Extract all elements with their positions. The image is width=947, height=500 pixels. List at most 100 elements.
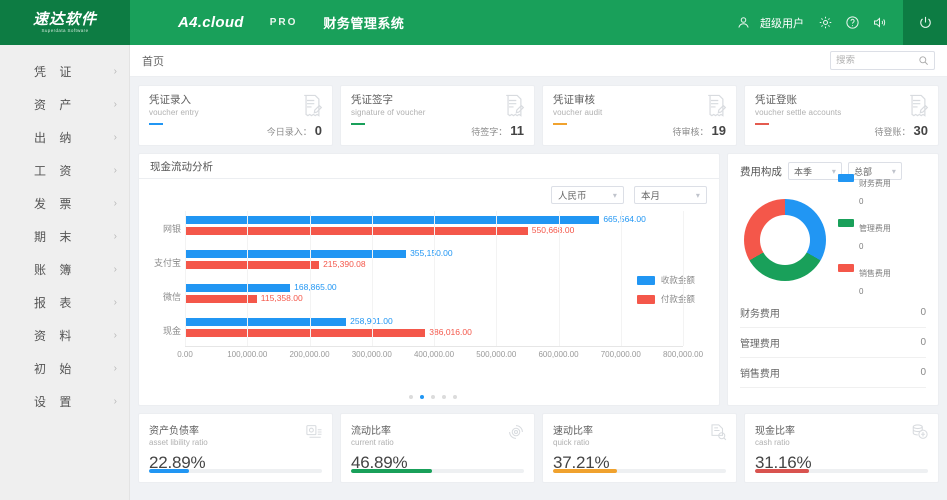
chevron-right-icon: › — [114, 298, 117, 308]
header-right: 超级用户 — [736, 0, 947, 45]
carousel-dot-2[interactable] — [431, 395, 435, 399]
bar-group-1: 支付宝355,150.00215,390.08 — [139, 249, 727, 271]
cash-flow-legend: 收款金额付款金额 — [637, 274, 695, 312]
x-tick-label-2: 200,000.00 — [289, 350, 329, 359]
donut-legend-swatch — [838, 264, 854, 272]
expense-composition-panel: 费用构成 本季 ▾ 总部 ▾ 财务费用0管理费用0销售费用0 — [727, 153, 939, 406]
voucher-card-0[interactable]: 凭证录入voucher entry今日录入：0 — [138, 85, 333, 146]
donut-legend-item-0[interactable]: 财务费用0 — [838, 173, 891, 209]
bar-inc[interactable] — [185, 250, 406, 258]
sidebar-item-9[interactable]: 初 始› — [0, 352, 129, 385]
donut-legend-text: 销售费用0 — [859, 263, 891, 299]
search-input[interactable] — [836, 55, 918, 66]
voucher-card-accent-rule — [755, 123, 769, 125]
x-tick-label-3: 300,000.00 — [352, 350, 392, 359]
voucher-card-1[interactable]: 凭证签字signature of voucher待签字：11 — [340, 85, 535, 146]
balance-sheet-icon — [305, 423, 323, 446]
carousel-dot-3[interactable] — [442, 395, 446, 399]
donut-legend-value: 0 — [859, 287, 863, 296]
ratio-card-0[interactable]: 资产负债率asset libility ratio22.89% — [138, 413, 333, 483]
expense-row-2: 销售费用0 — [740, 358, 926, 388]
donut-legend-item-2[interactable]: 销售费用0 — [838, 263, 891, 299]
bar-value-label: 355,150.00 — [410, 248, 453, 258]
carousel-dots — [139, 395, 727, 399]
brand-a4cloud: A4.cloud — [178, 14, 244, 31]
ratio-card-subtitle: quick ratio — [553, 438, 726, 447]
voucher-doc-icon — [705, 94, 727, 123]
gridline-6 — [559, 211, 560, 346]
search-icon[interactable] — [918, 55, 929, 66]
breadcrumb-home[interactable]: 首页 — [142, 53, 164, 69]
gridline-1 — [247, 211, 248, 346]
chevron-down-icon: ▾ — [696, 191, 700, 200]
currency-select[interactable]: 人民币 ▾ — [551, 186, 624, 204]
search-box[interactable] — [830, 51, 935, 70]
cash-flow-title: 现金流动分析 — [150, 159, 213, 174]
sidebar-item-6[interactable]: 账 簿› — [0, 253, 129, 286]
app-header: 速达软件 Superdata Software A4.cloud PRO 财务管… — [0, 0, 947, 45]
sidebar-item-label: 期 末 — [34, 228, 76, 245]
bar-exp[interactable] — [185, 295, 257, 303]
ratio-card-3[interactable]: 现金比率cash ratio31.16% — [744, 413, 939, 483]
ratio-card-1[interactable]: 流动比率current ratio46.89% — [340, 413, 535, 483]
period-select[interactable]: 本月 ▾ — [634, 186, 707, 204]
brand-group: A4.cloud PRO 财务管理系统 — [178, 13, 404, 32]
power-button[interactable] — [903, 0, 947, 45]
cycle-icon — [507, 423, 525, 446]
carousel-dot-0[interactable] — [409, 395, 413, 399]
sidebar-item-7[interactable]: 报 表› — [0, 286, 129, 319]
gear-icon[interactable] — [818, 15, 833, 30]
bar-exp[interactable] — [185, 227, 528, 235]
sidebar-item-1[interactable]: 资 产 › — [0, 88, 129, 121]
ratio-card-subtitle: cash ratio — [755, 438, 928, 447]
power-icon — [918, 15, 933, 30]
ratio-card-title: 资产负债率 — [149, 422, 322, 437]
bar-group-0: 网银665,564.00550,668.00 — [139, 215, 727, 237]
brand-pro-badge: PRO — [270, 17, 298, 28]
chevron-right-icon: › — [114, 331, 117, 341]
carousel-dot-1[interactable] — [420, 395, 424, 399]
bar-category-label: 支付宝 — [139, 256, 181, 269]
sidebar-item-0[interactable]: 凭 证› — [0, 55, 129, 88]
bar-exp[interactable] — [185, 261, 319, 269]
voucher-card-3[interactable]: 凭证登账voucher settle accounts待登账：30 — [744, 85, 939, 146]
ratio-card-2[interactable]: 速动比率quick ratio37.21% — [542, 413, 737, 483]
legend-item-1[interactable]: 付款金额 — [637, 293, 695, 305]
logo[interactable]: 速达软件 Superdata Software — [0, 0, 130, 45]
sidebar-item-3[interactable]: 工 资› — [0, 154, 129, 187]
sidebar-item-10[interactable]: 设 置› — [0, 385, 129, 418]
sidebar-item-8[interactable]: 资 料› — [0, 319, 129, 352]
donut-legend-swatch — [838, 174, 854, 182]
dashboard-scroll: 凭证录入voucher entry今日录入：0凭证签字signature of … — [130, 77, 947, 483]
sidebar-item-4[interactable]: 发 票› — [0, 187, 129, 220]
expense-period-select[interactable]: 本季 ▾ — [788, 162, 842, 180]
voucher-doc-icon — [301, 94, 323, 123]
sidebar-item-2[interactable]: 出 纳› — [0, 121, 129, 154]
expense-row-0: 财务费用0 — [740, 298, 926, 328]
breadcrumb-bar: 首页 — [130, 45, 947, 77]
user-menu[interactable]: 超级用户 — [736, 15, 804, 31]
bar-inc[interactable] — [185, 318, 346, 326]
donut-legend-item-1[interactable]: 管理费用0 — [838, 218, 891, 254]
donut-legend-value: 0 — [859, 197, 863, 206]
carousel-dot-4[interactable] — [453, 395, 457, 399]
chevron-right-icon: › — [114, 166, 117, 176]
sidebar-item-label: 资 产 — [34, 96, 76, 113]
expense-title: 费用构成 — [740, 164, 782, 179]
sound-icon[interactable] — [872, 15, 887, 30]
legend-item-0[interactable]: 收款金额 — [637, 274, 695, 286]
ratio-progress-fill — [553, 469, 617, 473]
chevron-right-icon: › — [114, 100, 117, 110]
x-tick-label-6: 600,000.00 — [538, 350, 578, 359]
bar-exp[interactable] — [185, 329, 425, 337]
sidebar-item-5[interactable]: 期 末› — [0, 220, 129, 253]
chevron-right-icon: › — [114, 265, 117, 275]
app-root: 速达软件 Superdata Software A4.cloud PRO 财务管… — [0, 0, 947, 500]
donut-legend-name: 管理费用 — [859, 224, 891, 233]
help-icon[interactable] — [845, 15, 860, 30]
voucher-card-2[interactable]: 凭证审核voucher audit待审核：19 — [542, 85, 737, 146]
voucher-metric-value: 11 — [510, 123, 524, 138]
ratio-progress-fill — [755, 469, 809, 473]
bar-inc[interactable] — [185, 284, 290, 292]
x-tick-label-7: 700,000.00 — [601, 350, 641, 359]
